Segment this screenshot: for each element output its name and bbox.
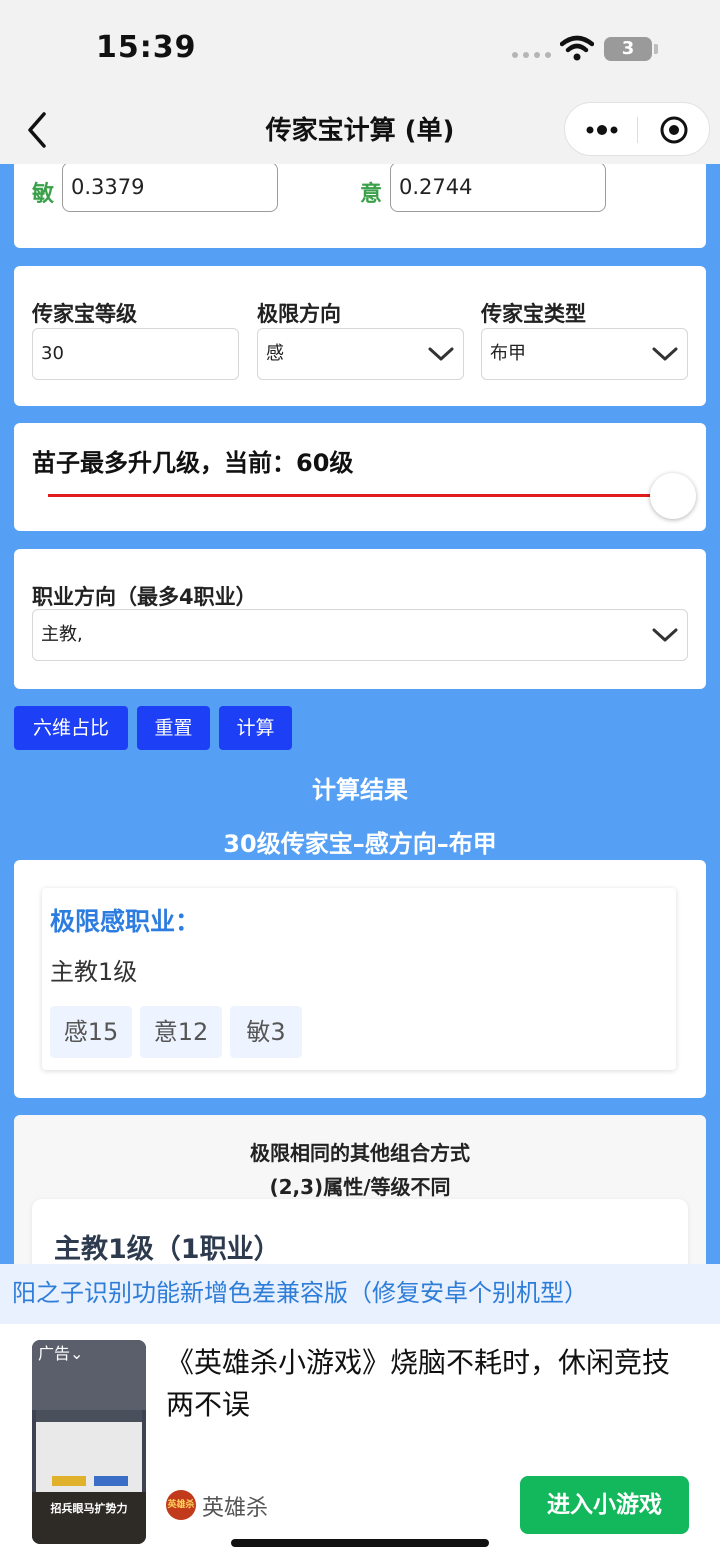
calculate-button[interactable]: 计算 — [219, 706, 292, 750]
type-label: 传家宝类型 — [481, 302, 586, 326]
attr-label-min: 敏 — [32, 182, 55, 207]
notice-marquee[interactable]: 阳之子识别功能新增色差兼容版（修复安卓个别机型） — [0, 1264, 720, 1324]
stat-tag: 感15 — [50, 1006, 132, 1058]
ad-text[interactable]: 《英雄杀小游戏》烧脑不耗时，休闲竞技两不误 — [166, 1342, 686, 1426]
ad-label[interactable]: 广告⌄ — [38, 1340, 83, 1364]
direction-select[interactable]: 感 — [257, 328, 464, 380]
chevron-down-icon — [652, 628, 678, 642]
wifi-icon — [560, 35, 594, 61]
ad-banner[interactable]: 招兵眼马扩势力 广告⌄ 《英雄杀小游戏》烧脑不耗时，休闲竞技两不误 英雄杀 英雄… — [0, 1324, 720, 1561]
limit-title: 极限感职业： — [50, 907, 201, 936]
enter-game-button[interactable]: 进入小游戏 — [520, 1476, 689, 1534]
other-title-line2: (2,3)属性/等级不同 — [269, 1175, 451, 1199]
home-indicator[interactable] — [231, 1539, 489, 1547]
attr-input-yi[interactable]: 0.2744 — [390, 164, 606, 212]
level-slider-thumb[interactable] — [650, 473, 696, 519]
limit-desc: 主教1级 — [50, 958, 138, 986]
six-dim-button[interactable]: 六维占比 — [14, 706, 128, 750]
combo-title: 主教1级（1职业） — [54, 1234, 281, 1264]
career-select[interactable]: 主教, — [32, 609, 688, 661]
slider-card: 苗子最多升几级，当前：60级 — [14, 423, 706, 531]
mini-program-capsule — [564, 102, 710, 156]
signal-icon — [512, 52, 551, 58]
result-card: 极限感职业： 主教1级 感15 意12 敏3 — [14, 860, 706, 1098]
ad-thumb-caption: 招兵眼马扩势力 — [50, 1502, 128, 1515]
combo-card: 主教1级（1职业） — [32, 1199, 688, 1264]
capsule-divider — [637, 117, 638, 143]
ad-thumb-dialog-header — [36, 1410, 142, 1422]
stat-tag: 意12 — [140, 1006, 222, 1058]
ad-brand-logo: 英雄杀 — [166, 1490, 196, 1520]
attr-input-min[interactable]: 0.3379 — [62, 164, 278, 212]
career-value: 主教, — [41, 624, 83, 645]
type-select[interactable]: 布甲 — [481, 328, 688, 380]
other-title-line1: 极限相同的其他组合方式 — [250, 1141, 470, 1165]
more-icon[interactable] — [585, 115, 619, 145]
result-header: 计算结果 — [312, 776, 408, 804]
ad-thumbnail[interactable]: 招兵眼马扩势力 — [32, 1340, 146, 1544]
level-slider-track[interactable] — [48, 494, 678, 497]
level-label: 传家宝等级 — [32, 302, 137, 326]
ad-thumb-cancel — [94, 1476, 128, 1486]
status-time: 15:39 — [96, 30, 197, 65]
type-value: 布甲 — [490, 343, 526, 364]
limit-career-card: 极限感职业： 主教1级 感15 意12 敏3 — [42, 888, 676, 1070]
settings-card: 传家宝等级 30 极限方向 感 传家宝类型 布甲 — [14, 266, 706, 406]
career-label: 职业方向（最多4职业） — [32, 585, 257, 609]
career-card: 职业方向（最多4职业） 主教, — [14, 549, 706, 689]
ad-label-text: 广告 — [38, 1344, 71, 1363]
ad-brand-name: 英雄杀 — [202, 1496, 269, 1521]
result-subtitle: 30级传家宝–感方向–布甲 — [223, 830, 497, 858]
close-target-icon[interactable] — [659, 115, 689, 145]
chevron-down-icon — [428, 347, 454, 361]
chevron-down-icon — [652, 347, 678, 361]
nav-bar: 传家宝计算 (单) — [0, 96, 720, 164]
ad-thumb-dialog — [36, 1410, 142, 1492]
chevron-down-icon: ⌄ — [70, 1344, 84, 1363]
ad-thumb-confirm — [52, 1476, 86, 1486]
other-combos-card: 极限相同的其他组合方式 (2,3)属性/等级不同 主教1级（1职业） — [14, 1115, 706, 1264]
attributes-card: 敏 0.3379 意 0.2744 — [14, 164, 706, 248]
reset-button[interactable]: 重置 — [137, 706, 210, 750]
status-bar: 15:39 3 — [0, 0, 720, 96]
direction-label: 极限方向 — [257, 302, 341, 326]
battery-icon: 3 — [604, 37, 652, 61]
level-input[interactable]: 30 — [32, 328, 239, 380]
stat-tag: 敏3 — [230, 1006, 302, 1058]
attr-label-yi: 意 — [360, 182, 383, 207]
main-content[interactable]: 敏 0.3379 意 0.2744 传家宝等级 30 极限方向 感 传家宝类型 … — [0, 164, 720, 1264]
direction-value: 感 — [266, 343, 284, 364]
slider-title: 苗子最多升几级，当前：60级 — [32, 449, 354, 477]
battery-cap — [654, 44, 658, 54]
